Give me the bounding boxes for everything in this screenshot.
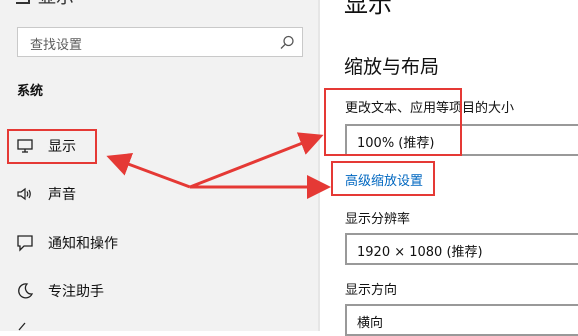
sidebar-item-sound[interactable]: 声音 [10,178,310,210]
search-icon[interactable] [278,34,296,52]
resolution-value: 1920 × 1080 (推荐) [357,245,483,260]
search-placeholder: 查找设置 [30,38,83,53]
section-title: 缩放与布局 [344,56,440,78]
sidebar-item-focus-assist[interactable]: 专注助手 [10,275,310,307]
highlight-box-scale [324,88,462,156]
page-title: 显示 [344,0,392,18]
back-chevron-icon[interactable] [16,0,30,4]
settings-sidebar: 显示 查找设置 系统 显示 声音 通知和操作 专注 [0,0,320,331]
resolution-label: 显示分辨率 [345,212,411,227]
partial-nav-icon [18,322,26,331]
highlight-box-display [7,129,97,164]
message-icon [17,235,33,252]
resolution-dropdown[interactable]: 1920 × 1080 (推荐) [345,233,578,265]
sidebar-item-label: 通知和操作 [48,236,118,252]
moon-icon [18,283,34,299]
sidebar-item-notifications[interactable]: 通知和操作 [10,227,310,259]
highlight-box-advanced [331,161,435,196]
orientation-label: 显示方向 [345,283,398,298]
sidebar-item-label: 声音 [48,187,76,203]
section-label-system: 系统 [17,84,44,99]
orientation-dropdown[interactable]: 横向 [345,304,578,336]
sidebar-item-label: 专注助手 [48,284,104,300]
search-input[interactable]: 查找设置 [17,27,303,57]
orientation-value: 横向 [357,316,384,331]
speaker-icon [17,187,31,201]
window-title: 显示 [38,0,74,7]
